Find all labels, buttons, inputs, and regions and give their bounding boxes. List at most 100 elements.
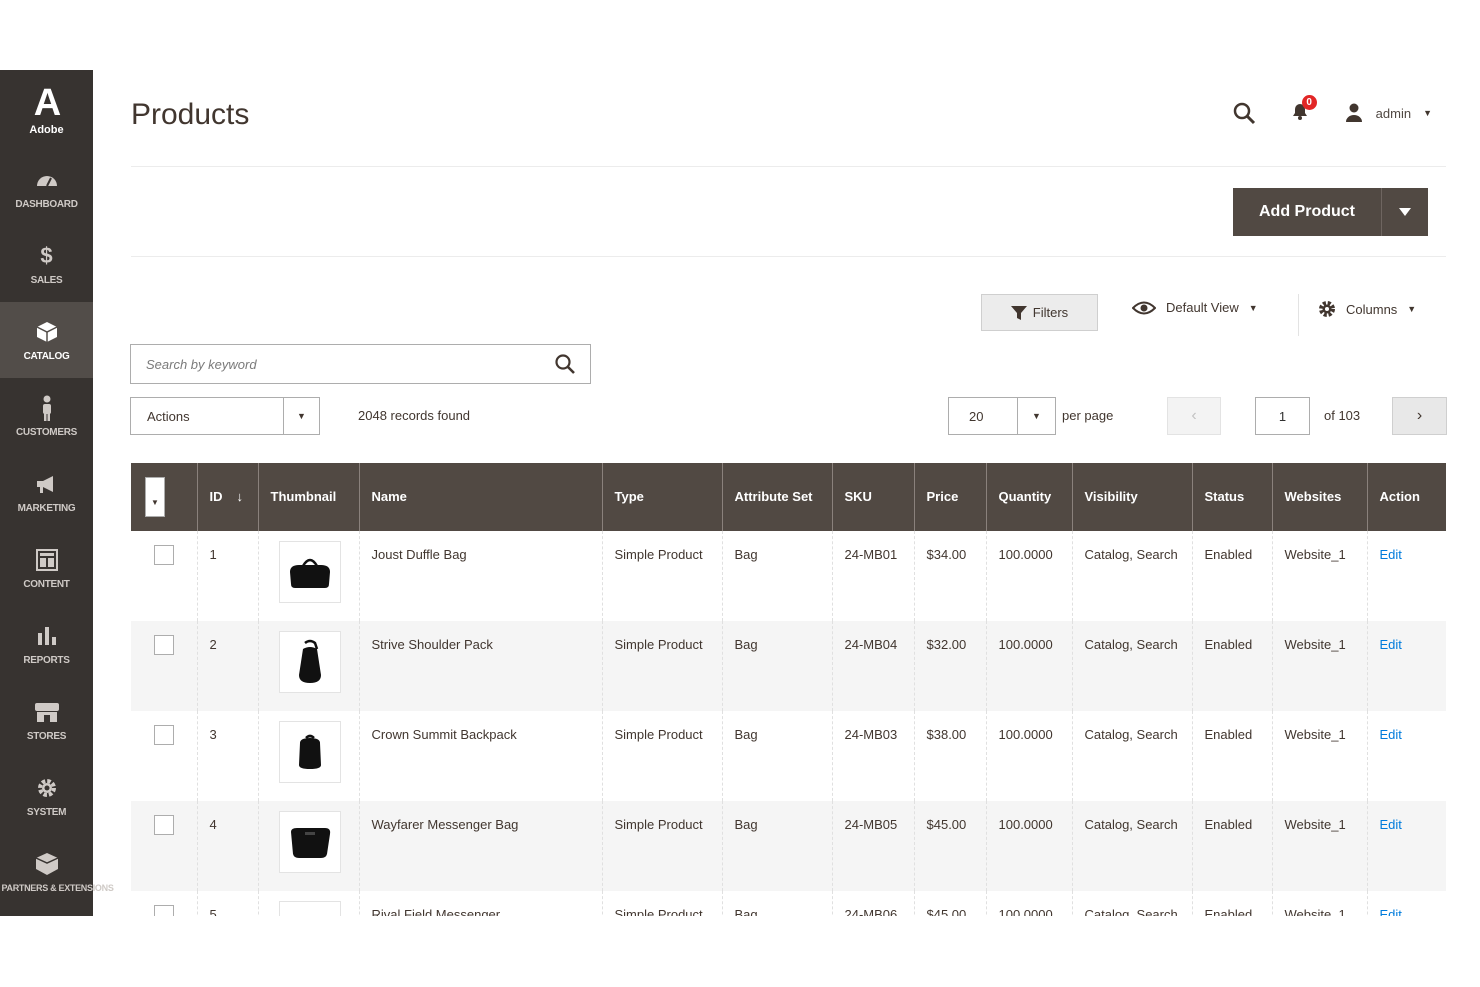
column-header-attribute-set[interactable]: Attribute Set: [722, 463, 833, 531]
cell-websites: Website_1: [1272, 711, 1368, 801]
duffle-bag-image: [289, 558, 330, 588]
sidebar-item-label: Stores: [26, 730, 67, 742]
product-thumbnail[interactable]: [278, 541, 341, 603]
box-icon: [34, 851, 60, 877]
chevron-right-icon: ›: [1416, 407, 1423, 424]
messenger-bag-image: [290, 828, 330, 858]
adobe-logo[interactable]: A Adobe: [0, 70, 93, 150]
cell-price: $45.00: [914, 891, 987, 916]
storefront-icon: [34, 699, 60, 725]
mass-select-checkbox[interactable]: ▼: [145, 477, 165, 517]
column-header-type[interactable]: Type: [602, 463, 723, 531]
cell-status: Enabled: [1192, 531, 1273, 621]
default-view-dropdown[interactable]: Default View ▼: [1132, 300, 1258, 315]
edit-link[interactable]: Edit: [1380, 907, 1402, 916]
column-header-websites[interactable]: Websites: [1272, 463, 1368, 531]
sidebar-item-label: Marketing: [17, 502, 76, 514]
sidebar-item-marketing[interactable]: Marketing: [0, 454, 93, 530]
cell-type: Simple Product: [602, 801, 723, 891]
cell-thumbnail: [258, 531, 360, 621]
search-submit-button[interactable]: [540, 345, 590, 383]
per-page-label: per page: [1062, 408, 1114, 423]
sidebar-item-content[interactable]: Content: [0, 530, 93, 606]
cell-type: Simple Product: [602, 621, 723, 711]
mass-actions-select[interactable]: Actions ▼: [130, 397, 320, 435]
cell-name: Joust Duffle Bag: [359, 531, 603, 621]
edit-link[interactable]: Edit: [1380, 547, 1402, 562]
cell-thumbnail: [258, 891, 360, 916]
filters-label: Filters: [1032, 305, 1069, 320]
cell-attribute-set: Bag: [722, 891, 833, 916]
gear-icon: [34, 775, 60, 801]
shoulder-pack-image: [298, 639, 321, 683]
row-checkbox[interactable]: [154, 545, 174, 565]
columns-dropdown[interactable]: Columns ▼: [1318, 300, 1416, 318]
sidebar-item-catalog[interactable]: Catalog: [0, 302, 93, 378]
sidebar-item-dashboard[interactable]: Dashboard: [0, 150, 93, 226]
row-checkbox[interactable]: [154, 725, 174, 745]
product-thumbnail[interactable]: [278, 631, 341, 693]
cell-price: $32.00: [914, 621, 987, 711]
column-header-sku[interactable]: SKU: [832, 463, 915, 531]
admin-menu[interactable]: admin ▼: [1344, 102, 1432, 125]
column-header-status[interactable]: Status: [1192, 463, 1273, 531]
sidebar-item-sales[interactable]: $ Sales: [0, 226, 93, 302]
search-input[interactable]: [131, 345, 540, 383]
column-header-price[interactable]: Price: [914, 463, 987, 531]
cell-id: 1: [197, 531, 259, 621]
product-thumbnail[interactable]: [278, 811, 341, 873]
column-header-visibility[interactable]: Visibility: [1072, 463, 1193, 531]
column-header-quantity[interactable]: Quantity: [986, 463, 1073, 531]
cell-websites: Website_1: [1272, 891, 1368, 916]
sidebar-item-customers[interactable]: Customers: [0, 378, 93, 454]
row-checkbox[interactable]: [154, 905, 174, 916]
gear-icon: [1319, 301, 1335, 317]
column-header-id[interactable]: ID ↓: [197, 463, 259, 531]
dollar-icon: $: [40, 242, 53, 268]
sidebar-item-partners[interactable]: Find Partners & Extensions: [0, 834, 114, 910]
column-label: Action: [1379, 489, 1420, 504]
sidebar-item-stores[interactable]: Stores: [0, 682, 93, 758]
column-header-thumbnail[interactable]: Thumbnail: [258, 463, 360, 531]
cell-websites: Website_1: [1272, 621, 1368, 711]
add-product-dropdown-toggle[interactable]: [1382, 188, 1428, 236]
edit-link[interactable]: Edit: [1380, 637, 1402, 652]
column-label: ID: [209, 489, 223, 504]
header-divider: [131, 166, 1446, 167]
page-number-input[interactable]: 1: [1255, 397, 1310, 435]
notifications-button[interactable]: 0: [1290, 94, 1317, 126]
sidebar-item-system[interactable]: System: [0, 758, 93, 834]
row-select-cell: [131, 711, 198, 801]
cell-id: 3: [197, 711, 259, 801]
row-checkbox[interactable]: [154, 635, 174, 655]
chevron-down-icon: ▼: [1423, 108, 1432, 118]
row-checkbox[interactable]: [154, 815, 174, 835]
row-select-cell: [131, 801, 198, 891]
next-page-button[interactable]: ›: [1392, 397, 1447, 435]
notification-badge: 0: [1301, 94, 1317, 110]
page-title: Products: [131, 98, 250, 131]
search-icon[interactable]: [1232, 101, 1256, 125]
cell-websites: Website_1: [1272, 801, 1368, 891]
chevron-down-icon: ▼: [283, 398, 319, 434]
previous-page-button[interactable]: ‹: [1167, 397, 1221, 435]
add-product-label[interactable]: Add Product: [1233, 188, 1382, 236]
admin-username: admin: [1375, 105, 1412, 121]
product-thumbnail[interactable]: [278, 901, 341, 916]
column-label: Type: [614, 489, 644, 504]
per-page-value: 20: [969, 408, 984, 424]
filters-button[interactable]: Filters: [981, 294, 1098, 331]
gauge-icon: [34, 167, 60, 193]
column-header-name[interactable]: Name: [359, 463, 603, 531]
per-page-select[interactable]: 20 ▼: [948, 397, 1056, 435]
toolbar-separator: [1298, 294, 1299, 336]
edit-link[interactable]: Edit: [1380, 727, 1402, 742]
column-label: Quantity: [998, 489, 1052, 504]
product-thumbnail[interactable]: [278, 721, 341, 783]
cell-id: 2: [197, 621, 259, 711]
add-product-button[interactable]: Add Product: [1233, 188, 1428, 236]
sidebar-item-reports[interactable]: Reports: [0, 606, 93, 682]
bar-chart-icon: [34, 623, 60, 649]
edit-link[interactable]: Edit: [1380, 817, 1402, 832]
search-icon: [555, 354, 575, 374]
